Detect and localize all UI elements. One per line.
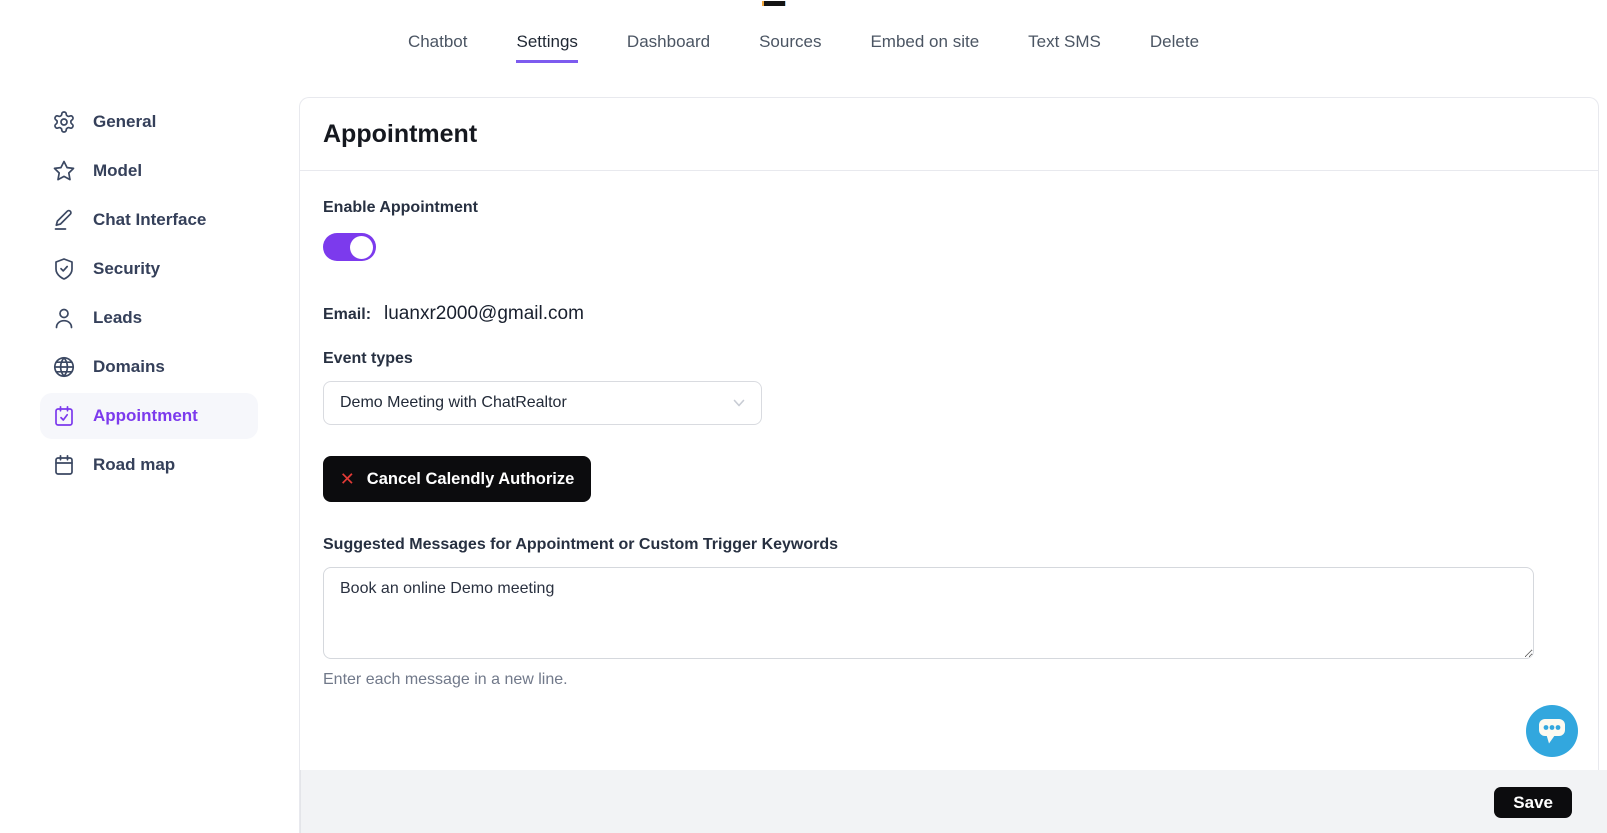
x-icon: ✕ — [340, 469, 355, 490]
tab-text-sms[interactable]: Text SMS — [1028, 32, 1101, 63]
sidebar-item-label: Domains — [93, 357, 165, 377]
user-icon — [52, 306, 76, 330]
sidebar-item-label: Chat Interface — [93, 210, 206, 230]
top-navigation: Chatbot Settings Dashboard Sources Embed… — [0, 32, 1607, 63]
globe-icon — [52, 355, 76, 379]
chat-bubble-icon — [1526, 705, 1578, 757]
event-types-selected-value: Demo Meeting with ChatRealtor — [340, 394, 567, 412]
suggested-messages-textarea[interactable]: Book an online Demo meeting — [323, 567, 1534, 659]
sidebar-item-road-map[interactable]: Road map — [40, 442, 258, 488]
sidebar-item-label: Leads — [93, 308, 142, 328]
shield-check-icon — [52, 257, 76, 281]
sidebar-item-label: Road map — [93, 455, 175, 475]
cancel-calendly-authorize-label: Cancel Calendly Authorize — [367, 470, 575, 489]
star-icon — [52, 159, 76, 183]
gear-icon — [52, 110, 76, 134]
enable-appointment-toggle[interactable] — [323, 233, 376, 261]
panel-body: Enable Appointment Email: luanxr2000@gma… — [300, 171, 1598, 689]
sidebar-item-label: Security — [93, 259, 160, 279]
sidebar-item-security[interactable]: Security — [40, 246, 258, 292]
event-types-label: Event types — [323, 348, 1575, 370]
tab-sources[interactable]: Sources — [759, 32, 821, 63]
tab-chatbot[interactable]: Chatbot — [408, 32, 468, 63]
event-types-select[interactable]: Demo Meeting with ChatRealtor — [323, 381, 762, 425]
cancel-calendly-authorize-button[interactable]: ✕ Cancel Calendly Authorize — [323, 456, 591, 502]
email-row: Email: luanxr2000@gmail.com — [323, 303, 1575, 326]
tab-settings[interactable]: Settings — [516, 32, 577, 63]
calendar-icon — [52, 453, 76, 477]
tab-dashboard[interactable]: Dashboard — [627, 32, 710, 63]
sidebar-item-model[interactable]: Model — [40, 148, 258, 194]
sidebar-item-label: Model — [93, 161, 142, 181]
sidebar-item-label: General — [93, 112, 156, 132]
sidebar-item-chat-interface[interactable]: Chat Interface — [40, 197, 258, 243]
suggested-messages-hint: Enter each message in a new line. — [323, 671, 1575, 689]
enable-appointment-label: Enable Appointment — [323, 197, 1575, 219]
email-label: Email: — [323, 304, 371, 326]
sidebar-item-leads[interactable]: Leads — [40, 295, 258, 341]
suggested-messages-label: Suggested Messages for Appointment or Cu… — [323, 534, 1575, 556]
settings-sidebar: General Model Chat Interface Security Le… — [40, 99, 258, 491]
tab-delete[interactable]: Delete — [1150, 32, 1199, 63]
save-bar: Save — [300, 770, 1607, 833]
chevron-down-icon — [731, 395, 747, 411]
save-button[interactable]: Save — [1494, 787, 1572, 818]
sidebar-item-appointment[interactable]: Appointment — [40, 393, 258, 439]
sidebar-item-label: Appointment — [93, 406, 198, 426]
chat-widget-button[interactable] — [1526, 705, 1578, 757]
email-value: luanxr2000@gmail.com — [384, 303, 584, 325]
page-title: Appointment — [323, 120, 477, 149]
window-artifact-bar — [762, 1, 786, 6]
toggle-knob — [350, 236, 373, 259]
appointment-settings-panel: Appointment Enable Appointment Email: lu… — [299, 97, 1599, 833]
calendar-check-icon — [52, 404, 76, 428]
pencil-line-icon — [52, 208, 76, 232]
tab-embed-on-site[interactable]: Embed on site — [870, 32, 979, 63]
sidebar-item-general[interactable]: General — [40, 99, 258, 145]
panel-header: Appointment — [300, 98, 1598, 171]
sidebar-item-domains[interactable]: Domains — [40, 344, 258, 390]
